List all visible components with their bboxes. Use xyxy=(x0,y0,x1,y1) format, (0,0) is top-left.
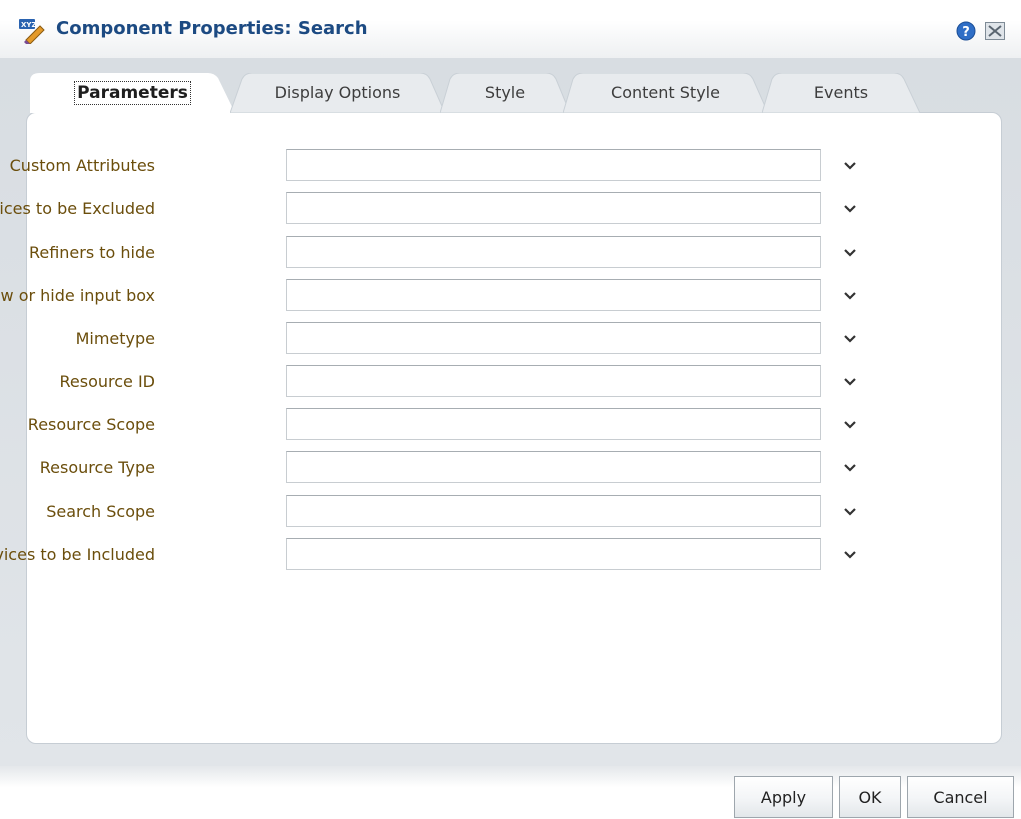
tab-label: Parameters xyxy=(74,81,191,105)
refiners-hide-field[interactable] xyxy=(286,236,821,268)
tab-label: Content Style xyxy=(611,83,720,102)
field-label: Search Scope xyxy=(46,502,155,521)
param-row-resource-id: Resource ID xyxy=(0,365,900,399)
param-row-mimetype: Mimetype xyxy=(0,322,900,356)
field-label: Refiners to hide xyxy=(28,243,155,262)
field-label: Resource Scope xyxy=(27,415,155,434)
help-icon[interactable]: ? xyxy=(956,21,976,41)
mimetype-field[interactable] xyxy=(286,322,821,354)
param-row-resource-type: Resource Type xyxy=(0,451,900,485)
cancel-button[interactable]: Cancel xyxy=(907,776,1014,818)
tab-label: Events xyxy=(813,83,869,102)
services-included-field[interactable] xyxy=(286,538,821,570)
param-row-show-hide-input: Show or hide input box xyxy=(0,279,900,313)
dialog-title: Component Properties: Search xyxy=(56,18,368,39)
show-hide-input-field[interactable] xyxy=(286,279,821,311)
chevron-down-icon[interactable] xyxy=(842,375,858,389)
chevron-down-icon[interactable] xyxy=(842,332,858,346)
chevron-down-icon[interactable] xyxy=(842,461,858,475)
param-row-refiners-hide: Refiners to hide xyxy=(0,236,900,270)
resource-id-field[interactable] xyxy=(286,365,821,397)
param-row-search-scope: Search Scope xyxy=(0,495,900,529)
tab-style[interactable]: Style xyxy=(440,73,570,113)
tab-label: Style xyxy=(484,83,526,102)
chevron-down-icon[interactable] xyxy=(842,159,858,173)
close-icon[interactable] xyxy=(985,22,1005,40)
tab-parameters[interactable]: Parameters xyxy=(30,73,235,113)
field-label: Mimetype xyxy=(75,329,155,348)
tab-events[interactable]: Events xyxy=(762,73,920,113)
ok-button[interactable]: OK xyxy=(839,776,901,818)
title-bar: XYZ Component Properties: Search ? xyxy=(0,0,1021,58)
chevron-down-icon[interactable] xyxy=(842,202,858,216)
apply-button[interactable]: Apply xyxy=(734,776,833,818)
field-label: Custom Attributes xyxy=(9,156,155,175)
component-properties-icon: XYZ xyxy=(19,19,45,44)
tab-content-style[interactable]: Content Style xyxy=(563,73,768,113)
chevron-down-icon[interactable] xyxy=(842,246,858,260)
services-excluded-field[interactable] xyxy=(286,192,821,224)
search-scope-field[interactable] xyxy=(286,495,821,527)
param-row-services-included: Services to be Included xyxy=(0,538,900,572)
resource-type-field[interactable] xyxy=(286,451,821,483)
field-label: Show or hide input box xyxy=(0,286,155,305)
chevron-down-icon[interactable] xyxy=(842,548,858,562)
tab-display-options[interactable]: Display Options xyxy=(230,73,445,113)
field-label: Services to be Included xyxy=(0,545,155,564)
custom-attributes-field[interactable] xyxy=(286,149,821,181)
svg-text:XYZ: XYZ xyxy=(21,21,37,29)
chevron-down-icon[interactable] xyxy=(842,289,858,303)
param-row-resource-scope: Resource Scope xyxy=(0,408,900,442)
chevron-down-icon[interactable] xyxy=(842,505,858,519)
field-label: Resource Type xyxy=(39,458,155,477)
param-row-custom-attributes: Custom Attributes xyxy=(0,149,900,183)
resource-scope-field[interactable] xyxy=(286,408,821,440)
field-label: Resource ID xyxy=(59,372,156,391)
param-row-services-excluded: Services to be Excluded xyxy=(0,192,900,226)
tab-label: Display Options xyxy=(274,83,401,102)
field-label: Services to be Excluded xyxy=(0,199,155,218)
svg-text:?: ? xyxy=(962,25,970,40)
chevron-down-icon[interactable] xyxy=(842,418,858,432)
